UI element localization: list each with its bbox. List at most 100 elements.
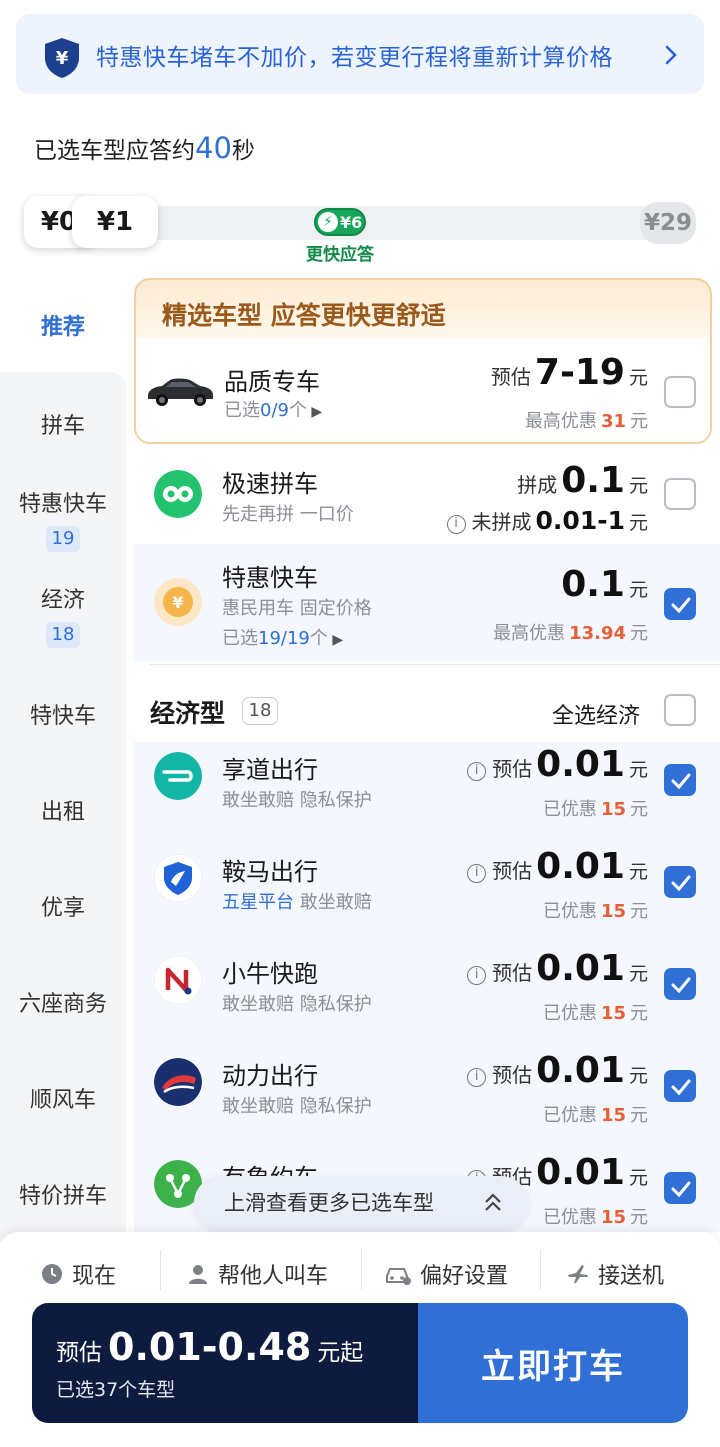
- info-icon[interactable]: i: [446, 515, 466, 534]
- disc-prefix: 已优惠: [542, 1105, 597, 1126]
- info-icon[interactable]: i: [467, 762, 487, 781]
- economy-price: i 预估0.01元: [467, 948, 648, 989]
- faster-response-marker[interactable]: ⚡ ¥6: [314, 208, 366, 236]
- xiaoniu-logo-icon: [154, 956, 202, 1004]
- car-subtitle: 五星平台 敢坐敢赔: [222, 888, 372, 914]
- price-unit: 元: [628, 759, 648, 781]
- slider-max-value: ¥29: [640, 202, 696, 244]
- car-subtitle: 敢坐敢赔 隐私保护: [222, 790, 372, 811]
- divider: [150, 664, 720, 665]
- sidebar-badge: 19: [46, 526, 80, 552]
- price-unit: 元: [628, 367, 648, 389]
- sidebar-item-budget-pool[interactable]: 特价拼车: [0, 1178, 126, 1210]
- toolbar-label: 接送机: [598, 1264, 665, 1289]
- preference-button[interactable]: 偏好设置: [384, 1256, 508, 1292]
- shield-yen-icon: ¥: [45, 38, 79, 78]
- disc-unit: 元: [630, 623, 648, 644]
- sidebar-item-express-plus[interactable]: 特快车: [0, 698, 126, 730]
- disc-value: 13.94: [569, 623, 626, 644]
- time-now-button[interactable]: 现在: [40, 1256, 116, 1292]
- economy-item-checkbox[interactable]: [664, 764, 696, 796]
- toolbar-label: 现在: [72, 1264, 117, 1289]
- discount-line: 已优惠 15 元: [543, 897, 648, 923]
- select-all-label[interactable]: 全选经济: [552, 698, 640, 730]
- pool-price: 拼成 0.1 元: [517, 460, 648, 501]
- car-subtitle: 惠民用车 固定价格: [222, 598, 372, 619]
- disc-value: 15: [600, 1003, 626, 1024]
- info-icon[interactable]: i: [467, 864, 487, 883]
- info-icon[interactable]: i: [467, 1068, 487, 1087]
- select-all-checkbox[interactable]: [664, 694, 696, 726]
- price-value: 0.01: [536, 744, 625, 785]
- svg-text:¥: ¥: [172, 593, 183, 612]
- slider-thumb[interactable]: ¥1: [72, 196, 158, 248]
- sidebar-item-label: 特价拼车: [18, 1184, 107, 1209]
- economy-item-checkbox[interactable]: [664, 968, 696, 1000]
- pool-checkbox[interactable]: [664, 478, 696, 510]
- price-prefix: 预估: [492, 1063, 533, 1087]
- sidebar-item-recommend[interactable]: 推荐: [0, 296, 126, 360]
- toolbar-divider: [361, 1250, 362, 1290]
- disc-value: 31: [600, 411, 626, 432]
- featured-title: 精选车型 应答更快更舒适: [162, 301, 446, 330]
- check-icon: [671, 875, 691, 892]
- notice-banner[interactable]: ¥ 特惠快车堵车不加价，若变更行程将重新计算价格: [16, 14, 704, 94]
- car-name: 享道出行: [222, 756, 318, 784]
- anma-logo-icon: [154, 854, 202, 902]
- special-checkbox[interactable]: [664, 588, 696, 620]
- price-value: 0.01: [536, 948, 625, 989]
- sub-count: 0/9: [260, 400, 289, 421]
- selected-types-count: 已选37个车型: [56, 1379, 176, 1401]
- order-cta: 预估 0.01-0.48 元起 已选37个车型 立即打车: [32, 1303, 688, 1423]
- economy-item-checkbox[interactable]: [664, 1172, 696, 1204]
- xiangdao-logo-icon: [154, 752, 202, 800]
- economy-item-checkbox[interactable]: [664, 1070, 696, 1102]
- car-subtitle: 先走再拼 一口价: [222, 504, 354, 525]
- disc-prefix: 最高优惠: [524, 411, 597, 432]
- sidebar-item-six-seat[interactable]: 六座商务: [0, 986, 126, 1018]
- call-for-others-button[interactable]: 帮他人叫车: [186, 1256, 328, 1292]
- car-name: 极速拼车: [222, 470, 318, 498]
- sidebar-badge: 18: [46, 622, 80, 648]
- chevron-right-icon: [665, 45, 677, 65]
- toolbar-divider: [540, 1250, 541, 1290]
- dongli-logo-icon: [154, 1058, 202, 1106]
- info-icon[interactable]: i: [467, 966, 487, 985]
- sidebar-item-label: 出租: [40, 800, 85, 825]
- sidebar-item-special-express[interactable]: 特惠快车 19: [0, 486, 126, 552]
- airport-transfer-button[interactable]: 接送机: [566, 1256, 664, 1292]
- selected-count-link[interactable]: 已选0/9个 ▶: [224, 396, 322, 422]
- price-prefix: 预估: [490, 365, 531, 389]
- estimate-panel[interactable]: 预估 0.01-0.48 元起 已选37个车型: [32, 1303, 418, 1423]
- price-prefix: 预估: [492, 961, 533, 985]
- sidebar-item-economy[interactable]: 经济 18: [0, 582, 126, 648]
- price-unit: 元: [628, 1065, 648, 1087]
- discount-line: 最高优惠 31 元: [525, 407, 648, 433]
- featured-checkbox[interactable]: [664, 376, 696, 408]
- car-name: 小牛快跑: [222, 960, 318, 988]
- selected-count-link[interactable]: 已选19/19个 ▶: [222, 624, 343, 650]
- sidebar-item-taxi[interactable]: 出租: [0, 794, 126, 826]
- lightning-icon: ⚡: [318, 212, 338, 232]
- price-unit: 元: [628, 1167, 648, 1189]
- check-icon: [671, 1181, 691, 1198]
- price-prefix: 预估: [492, 859, 533, 883]
- discount-line: 已优惠 15 元: [543, 1203, 648, 1229]
- sidebar-item-label: 优享: [40, 896, 85, 921]
- sidebar-item-carpool[interactable]: 拼车: [0, 408, 126, 440]
- price-value: 0.1: [561, 460, 625, 501]
- call-car-button[interactable]: 立即打车: [418, 1303, 688, 1423]
- sidebar-item-hitch[interactable]: 顺风车: [0, 1082, 126, 1114]
- economy-item-checkbox[interactable]: [664, 866, 696, 898]
- disc-unit: 元: [630, 901, 648, 922]
- disc-unit: 元: [630, 799, 648, 820]
- estimate-suffix: 元起: [317, 1340, 364, 1366]
- sidebar-item-premium[interactable]: 优享: [0, 890, 126, 922]
- response-suffix: 秒: [231, 138, 255, 164]
- triangle-right-icon: ▶: [327, 632, 344, 648]
- scroll-hint[interactable]: 上滑查看更多已选车型: [194, 1176, 528, 1230]
- sidebar-item-label: 拼车: [40, 414, 85, 439]
- car-name: 动力出行: [222, 1062, 318, 1090]
- toolbar-label: 帮他人叫车: [218, 1264, 329, 1289]
- check-icon: [671, 597, 691, 614]
